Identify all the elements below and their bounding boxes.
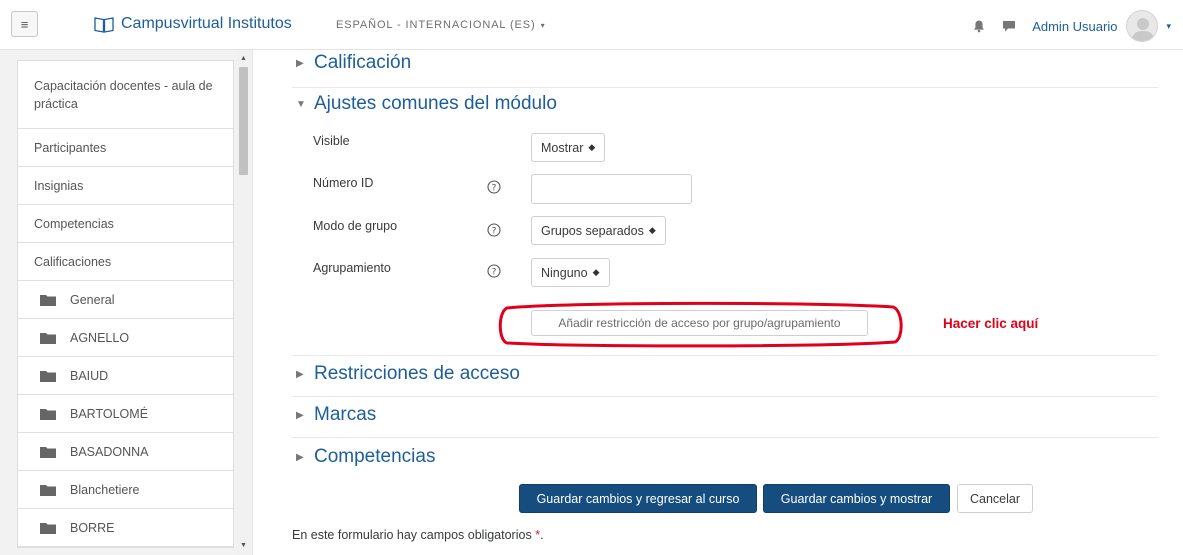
divider — [292, 437, 1158, 438]
sidebar-nav: Capacitación docentes - aula de práctica… — [17, 60, 234, 548]
sidebar-item-bartolome[interactable]: BARTOLOMÉ — [18, 395, 233, 433]
folder-icon — [40, 446, 56, 458]
section-title: Ajustes comunes del módulo — [314, 93, 557, 114]
sidebar-item-general[interactable]: General — [18, 281, 233, 319]
numero-id-input[interactable] — [531, 174, 692, 204]
modo-grupo-select-value: Grupos separados — [541, 223, 644, 238]
visible-select[interactable]: Mostrar ◆ — [531, 133, 606, 162]
section-title: Competencias — [314, 446, 436, 467]
sidebar-item-label: BAIUD — [70, 368, 109, 383]
section-title: Restricciones de acceso — [314, 363, 520, 384]
sidebar-item-participantes[interactable]: Participantes — [18, 129, 233, 167]
section-ajustes-comunes[interactable]: ▼ Ajustes comunes del módulo — [296, 93, 557, 115]
sidebar-item-label: Participantes — [34, 140, 107, 155]
scroll-down-arrow-icon[interactable]: ▼ — [236, 539, 251, 553]
annotation-highlight-oval — [498, 301, 903, 348]
cancel-button[interactable]: Cancelar — [957, 484, 1033, 513]
sidebar-item-blanchetiere[interactable]: Blanchetiere — [18, 471, 233, 509]
section-restricciones[interactable]: ▶ Restricciones de acceso — [296, 363, 520, 385]
user-nav: Admin Usuario ▾ — [972, 10, 1171, 42]
agrupamiento-select[interactable]: Ninguno ◆ — [531, 258, 610, 287]
agrupamiento-select-value: Ninguno — [541, 265, 588, 280]
sidebar-item-label: BORRE — [70, 520, 115, 535]
numero-id-label: Número ID — [313, 176, 374, 190]
sidebar-item-label: General — [70, 292, 115, 307]
sort-arrows-icon: ◆ — [588, 142, 596, 152]
menu-toggle-button[interactable]: ≡ — [11, 11, 38, 37]
sort-arrows-icon: ◆ — [648, 225, 656, 235]
sidebar-item-course[interactable]: Capacitación docentes - aula de práctica — [18, 61, 233, 129]
required-note-text: En este formulario hay campos obligatori… — [292, 528, 532, 542]
menu-icon: ≡ — [20, 16, 29, 32]
sidebar-item-baiud[interactable]: BAIUD — [18, 357, 233, 395]
caret-right-icon: ▶ — [296, 409, 304, 421]
book-icon — [94, 16, 114, 33]
modo-grupo-select[interactable]: Grupos separados ◆ — [531, 216, 666, 245]
caret-down-icon[interactable]: ▾ — [1166, 21, 1171, 32]
folder-icon — [40, 408, 56, 420]
required-note-period: . — [540, 528, 544, 542]
caret-down-icon: ▼ — [296, 98, 306, 110]
help-icon[interactable]: ? — [487, 223, 501, 237]
caret-down-icon: ▾ — [540, 21, 546, 30]
scroll-thumb[interactable] — [239, 67, 248, 175]
avatar-icon[interactable] — [1126, 10, 1159, 42]
svg-text:?: ? — [492, 226, 497, 236]
svg-text:?: ? — [492, 267, 497, 277]
divider — [292, 87, 1158, 88]
sidebar-item-competencias[interactable]: Competencias — [18, 205, 233, 243]
folder-icon — [40, 484, 56, 496]
section-competencias[interactable]: ▶ Competencias — [296, 446, 435, 468]
site-brand-link[interactable]: Campusvirtual Institutos — [94, 15, 292, 33]
help-icon[interactable]: ? — [487, 264, 501, 278]
svg-text:?: ? — [492, 183, 497, 193]
chat-icon[interactable] — [1002, 19, 1016, 33]
language-menu[interactable]: ESPAÑOL - INTERNACIONAL (ES) ▾ — [336, 19, 546, 31]
caret-right-icon: ▶ — [296, 57, 304, 69]
folder-icon — [40, 522, 56, 534]
agrupamiento-label: Agrupamiento — [313, 261, 391, 275]
top-navbar: ≡ Campusvirtual Institutos ESPAÑOL - INT… — [0, 0, 1183, 50]
bell-icon[interactable] — [972, 19, 986, 33]
caret-right-icon: ▶ — [296, 368, 304, 380]
sort-arrows-icon: ◆ — [592, 267, 600, 277]
required-fields-note: En este formulario hay campos obligatori… — [292, 528, 544, 542]
visible-select-value: Mostrar — [541, 140, 584, 155]
sidebar-item-basadonna[interactable]: BASADONNA — [18, 433, 233, 471]
sidebar-item-agnello[interactable]: AGNELLO — [18, 319, 233, 357]
sidebar-item-label: Calificaciones — [34, 254, 112, 269]
scroll-up-arrow-icon[interactable]: ▲ — [236, 52, 251, 66]
annotation-text: Hacer clic aquí — [943, 316, 1039, 331]
save-and-return-button[interactable]: Guardar cambios y regresar al curso — [519, 484, 757, 513]
sidebar-item-label: Insignias — [34, 178, 84, 193]
sidebar-item-label: Competencias — [34, 216, 114, 231]
caret-right-icon: ▶ — [296, 451, 304, 463]
divider — [292, 396, 1158, 397]
sidebar-item-label: BARTOLOMÉ — [70, 406, 149, 421]
section-title: Marcas — [314, 404, 377, 425]
divider — [292, 355, 1158, 356]
sidebar-item-insignias[interactable]: Insignias — [18, 167, 233, 205]
sidebar-item-label: BASADONNA — [70, 444, 149, 459]
visible-label: Visible — [313, 134, 350, 148]
sidebar-item-label: Capacitación docentes - aula de práctica — [34, 78, 213, 111]
section-marcas[interactable]: ▶ Marcas — [296, 404, 376, 426]
folder-icon — [40, 294, 56, 306]
save-and-show-button[interactable]: Guardar cambios y mostrar — [763, 484, 950, 513]
folder-icon — [40, 332, 56, 344]
sidebar-item-label: Blanchetiere — [70, 482, 140, 497]
sidebar: Capacitación docentes - aula de práctica… — [0, 50, 253, 555]
folder-icon — [40, 370, 56, 382]
help-icon[interactable]: ? — [487, 180, 501, 194]
modo-grupo-label: Modo de grupo — [313, 219, 398, 233]
language-label: ESPAÑOL - INTERNACIONAL (ES) — [336, 19, 536, 31]
user-name[interactable]: Admin Usuario — [1032, 19, 1117, 34]
sidebar-item-calificaciones[interactable]: Calificaciones — [18, 243, 233, 281]
section-title: Calificación — [314, 52, 412, 73]
sidebar-item-label: AGNELLO — [70, 330, 130, 345]
sidebar-item-borre[interactable]: BORRE — [18, 509, 233, 547]
section-calificacion[interactable]: ▶ Calificación — [296, 52, 411, 74]
site-name: Campusvirtual Institutos — [121, 15, 292, 32]
sidebar-scrollbar[interactable]: ▲ ▼ — [236, 50, 251, 555]
